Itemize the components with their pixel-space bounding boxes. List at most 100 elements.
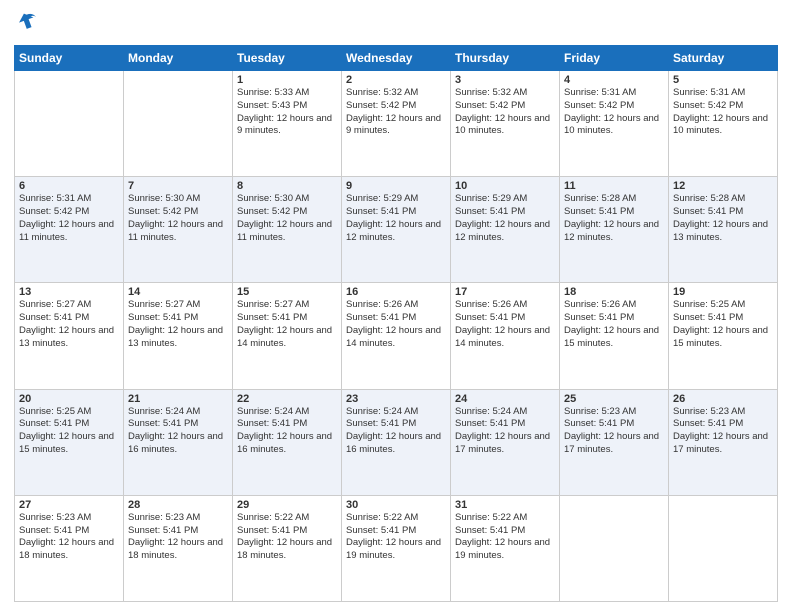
day-info: Sunrise: 5:26 AMSunset: 5:41 PMDaylight:…	[455, 299, 555, 350]
day-number: 2	[346, 74, 446, 86]
day-info: Sunrise: 5:33 AMSunset: 5:43 PMDaylight:…	[237, 87, 337, 138]
weekday-header-thursday: Thursday	[451, 46, 560, 71]
week-row-1: 1Sunrise: 5:33 AMSunset: 5:43 PMDaylight…	[15, 71, 778, 177]
day-number: 30	[346, 499, 446, 511]
day-number: 7	[128, 180, 228, 192]
day-number: 18	[564, 286, 664, 298]
day-number: 28	[128, 499, 228, 511]
calendar-cell: 13Sunrise: 5:27 AMSunset: 5:41 PMDayligh…	[15, 283, 124, 389]
day-info: Sunrise: 5:29 AMSunset: 5:41 PMDaylight:…	[455, 193, 555, 244]
calendar-cell: 19Sunrise: 5:25 AMSunset: 5:41 PMDayligh…	[669, 283, 778, 389]
calendar-cell	[560, 495, 669, 601]
calendar-cell: 12Sunrise: 5:28 AMSunset: 5:41 PMDayligh…	[669, 177, 778, 283]
day-number: 20	[19, 393, 119, 405]
calendar-cell: 22Sunrise: 5:24 AMSunset: 5:41 PMDayligh…	[233, 389, 342, 495]
day-info: Sunrise: 5:26 AMSunset: 5:41 PMDaylight:…	[564, 299, 664, 350]
day-number: 12	[673, 180, 773, 192]
day-info: Sunrise: 5:27 AMSunset: 5:41 PMDaylight:…	[128, 299, 228, 350]
day-info: Sunrise: 5:27 AMSunset: 5:41 PMDaylight:…	[237, 299, 337, 350]
calendar-cell: 9Sunrise: 5:29 AMSunset: 5:41 PMDaylight…	[342, 177, 451, 283]
day-number: 4	[564, 74, 664, 86]
calendar-cell: 20Sunrise: 5:25 AMSunset: 5:41 PMDayligh…	[15, 389, 124, 495]
calendar-cell: 24Sunrise: 5:24 AMSunset: 5:41 PMDayligh…	[451, 389, 560, 495]
day-info: Sunrise: 5:23 AMSunset: 5:41 PMDaylight:…	[128, 512, 228, 563]
day-info: Sunrise: 5:25 AMSunset: 5:41 PMDaylight:…	[19, 406, 119, 457]
calendar-cell: 1Sunrise: 5:33 AMSunset: 5:43 PMDaylight…	[233, 71, 342, 177]
calendar-cell: 17Sunrise: 5:26 AMSunset: 5:41 PMDayligh…	[451, 283, 560, 389]
calendar-cell: 26Sunrise: 5:23 AMSunset: 5:41 PMDayligh…	[669, 389, 778, 495]
day-info: Sunrise: 5:32 AMSunset: 5:42 PMDaylight:…	[346, 87, 446, 138]
day-number: 16	[346, 286, 446, 298]
calendar-cell	[669, 495, 778, 601]
weekday-header-saturday: Saturday	[669, 46, 778, 71]
day-number: 19	[673, 286, 773, 298]
logo-bird-icon	[16, 10, 38, 37]
day-number: 6	[19, 180, 119, 192]
day-number: 1	[237, 74, 337, 86]
day-number: 11	[564, 180, 664, 192]
day-info: Sunrise: 5:23 AMSunset: 5:41 PMDaylight:…	[564, 406, 664, 457]
calendar-cell: 28Sunrise: 5:23 AMSunset: 5:41 PMDayligh…	[124, 495, 233, 601]
day-info: Sunrise: 5:31 AMSunset: 5:42 PMDaylight:…	[673, 87, 773, 138]
day-number: 21	[128, 393, 228, 405]
weekday-header-friday: Friday	[560, 46, 669, 71]
day-info: Sunrise: 5:31 AMSunset: 5:42 PMDaylight:…	[19, 193, 119, 244]
day-info: Sunrise: 5:27 AMSunset: 5:41 PMDaylight:…	[19, 299, 119, 350]
day-info: Sunrise: 5:24 AMSunset: 5:41 PMDaylight:…	[346, 406, 446, 457]
calendar-cell: 11Sunrise: 5:28 AMSunset: 5:41 PMDayligh…	[560, 177, 669, 283]
header	[14, 10, 778, 37]
calendar-cell: 6Sunrise: 5:31 AMSunset: 5:42 PMDaylight…	[15, 177, 124, 283]
logo-area	[14, 10, 38, 37]
day-number: 15	[237, 286, 337, 298]
calendar-cell: 21Sunrise: 5:24 AMSunset: 5:41 PMDayligh…	[124, 389, 233, 495]
day-info: Sunrise: 5:24 AMSunset: 5:41 PMDaylight:…	[455, 406, 555, 457]
calendar-cell: 30Sunrise: 5:22 AMSunset: 5:41 PMDayligh…	[342, 495, 451, 601]
day-number: 13	[19, 286, 119, 298]
weekday-header-wednesday: Wednesday	[342, 46, 451, 71]
calendar-cell: 27Sunrise: 5:23 AMSunset: 5:41 PMDayligh…	[15, 495, 124, 601]
day-number: 5	[673, 74, 773, 86]
calendar-cell: 15Sunrise: 5:27 AMSunset: 5:41 PMDayligh…	[233, 283, 342, 389]
calendar-cell: 7Sunrise: 5:30 AMSunset: 5:42 PMDaylight…	[124, 177, 233, 283]
day-info: Sunrise: 5:31 AMSunset: 5:42 PMDaylight:…	[564, 87, 664, 138]
weekday-header-sunday: Sunday	[15, 46, 124, 71]
day-info: Sunrise: 5:22 AMSunset: 5:41 PMDaylight:…	[455, 512, 555, 563]
day-number: 10	[455, 180, 555, 192]
day-number: 14	[128, 286, 228, 298]
page: SundayMondayTuesdayWednesdayThursdayFrid…	[0, 0, 792, 612]
calendar-cell: 18Sunrise: 5:26 AMSunset: 5:41 PMDayligh…	[560, 283, 669, 389]
day-info: Sunrise: 5:22 AMSunset: 5:41 PMDaylight:…	[346, 512, 446, 563]
day-number: 22	[237, 393, 337, 405]
weekday-header-monday: Monday	[124, 46, 233, 71]
day-info: Sunrise: 5:23 AMSunset: 5:41 PMDaylight:…	[19, 512, 119, 563]
day-info: Sunrise: 5:22 AMSunset: 5:41 PMDaylight:…	[237, 512, 337, 563]
weekday-header-tuesday: Tuesday	[233, 46, 342, 71]
week-row-3: 13Sunrise: 5:27 AMSunset: 5:41 PMDayligh…	[15, 283, 778, 389]
day-number: 25	[564, 393, 664, 405]
day-number: 27	[19, 499, 119, 511]
calendar-cell: 3Sunrise: 5:32 AMSunset: 5:42 PMDaylight…	[451, 71, 560, 177]
day-number: 26	[673, 393, 773, 405]
day-info: Sunrise: 5:30 AMSunset: 5:42 PMDaylight:…	[128, 193, 228, 244]
day-number: 31	[455, 499, 555, 511]
day-info: Sunrise: 5:28 AMSunset: 5:41 PMDaylight:…	[673, 193, 773, 244]
day-number: 24	[455, 393, 555, 405]
calendar-cell: 16Sunrise: 5:26 AMSunset: 5:41 PMDayligh…	[342, 283, 451, 389]
logo-wrapper	[14, 10, 38, 37]
calendar-cell: 14Sunrise: 5:27 AMSunset: 5:41 PMDayligh…	[124, 283, 233, 389]
day-number: 3	[455, 74, 555, 86]
day-info: Sunrise: 5:24 AMSunset: 5:41 PMDaylight:…	[237, 406, 337, 457]
calendar-cell: 29Sunrise: 5:22 AMSunset: 5:41 PMDayligh…	[233, 495, 342, 601]
day-info: Sunrise: 5:25 AMSunset: 5:41 PMDaylight:…	[673, 299, 773, 350]
calendar-cell: 4Sunrise: 5:31 AMSunset: 5:42 PMDaylight…	[560, 71, 669, 177]
day-info: Sunrise: 5:23 AMSunset: 5:41 PMDaylight:…	[673, 406, 773, 457]
calendar-cell: 10Sunrise: 5:29 AMSunset: 5:41 PMDayligh…	[451, 177, 560, 283]
calendar-cell: 25Sunrise: 5:23 AMSunset: 5:41 PMDayligh…	[560, 389, 669, 495]
day-number: 8	[237, 180, 337, 192]
calendar-cell	[15, 71, 124, 177]
day-number: 9	[346, 180, 446, 192]
day-info: Sunrise: 5:32 AMSunset: 5:42 PMDaylight:…	[455, 87, 555, 138]
day-info: Sunrise: 5:24 AMSunset: 5:41 PMDaylight:…	[128, 406, 228, 457]
week-row-2: 6Sunrise: 5:31 AMSunset: 5:42 PMDaylight…	[15, 177, 778, 283]
calendar-cell: 8Sunrise: 5:30 AMSunset: 5:42 PMDaylight…	[233, 177, 342, 283]
